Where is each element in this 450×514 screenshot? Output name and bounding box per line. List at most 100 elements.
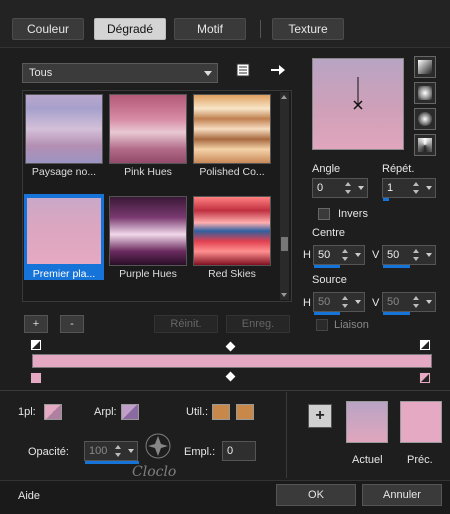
source-h-input[interactable]: 50 [313, 292, 365, 315]
gallery-item-selected[interactable]: Premier pla... [24, 194, 104, 280]
tab-texture[interactable]: Texture [272, 18, 344, 40]
util-color-swatch[interactable] [212, 404, 230, 420]
chevron-down-icon [204, 71, 212, 76]
help-link[interactable]: Aide [18, 490, 40, 502]
first-plane-swatch[interactable] [44, 404, 62, 420]
centre-v-slider-bar [383, 265, 410, 268]
radial-gradient-style-icon[interactable] [414, 108, 436, 130]
actuel-label: Actuel [352, 454, 383, 466]
liaison-label: Liaison [334, 319, 369, 331]
chevron-down-icon[interactable] [426, 186, 432, 190]
gallery-item[interactable]: Paysage no... [24, 92, 104, 178]
source-v-label: V [372, 297, 380, 309]
watermark-text: Cloclo [132, 464, 177, 480]
repet-value: 1 [387, 182, 394, 194]
sunburst-gradient-style-icon[interactable] [414, 134, 436, 156]
reinit-button[interactable]: Réinit. [154, 315, 218, 333]
arrpl-swatch[interactable] [121, 404, 139, 420]
scroll-down-icon[interactable] [281, 293, 287, 297]
linear-gradient-style-icon[interactable] [414, 56, 436, 78]
add-color-button[interactable]: + [308, 404, 332, 428]
gradient-bar[interactable] [32, 354, 432, 368]
tab-motif[interactable]: Motif [174, 18, 246, 40]
chevron-down-icon[interactable] [426, 253, 432, 257]
tab-divider [260, 20, 261, 38]
cloclo-watermark: Cloclo [118, 428, 198, 484]
source-h-slider-bar [314, 312, 340, 315]
centre-v-label: V [372, 249, 380, 261]
centre-h-value: 50 [318, 249, 331, 261]
repet-input[interactable]: 1 [382, 178, 436, 201]
scrollbar-thumb[interactable] [281, 237, 288, 251]
bottom-midpoint-handle[interactable] [225, 371, 236, 382]
gallery-item-label: Pink Hues [124, 166, 172, 178]
spinner-arrows-icon[interactable] [342, 295, 350, 309]
enreg-button[interactable]: Enreg. [226, 315, 290, 333]
scroll-up-icon[interactable] [281, 95, 287, 99]
spinner-arrows-icon[interactable] [413, 295, 421, 309]
centre-h-slider-bar [314, 265, 340, 268]
arrow-right-icon[interactable] [270, 63, 286, 77]
tab-degrade[interactable]: Dégradé [94, 18, 166, 40]
repet-label: Répét. [382, 163, 415, 175]
spinner-arrows-icon[interactable] [345, 181, 353, 195]
source-h-value: 50 [318, 296, 331, 308]
category-select[interactable]: Tous [22, 63, 218, 83]
util-color-swatch-2[interactable] [236, 404, 254, 420]
prec-preview[interactable] [400, 401, 442, 443]
chevron-down-icon[interactable] [358, 186, 364, 190]
source-v-input[interactable]: 50 [382, 292, 436, 315]
gallery-item[interactable]: Polished Co... [192, 92, 272, 178]
list-view-icon[interactable] [236, 63, 250, 77]
gradient-thumbnail [193, 94, 271, 164]
top-stop-left[interactable] [30, 339, 42, 351]
gallery-item[interactable]: Purple Hues [108, 194, 188, 280]
opacite-value: 100 [89, 445, 108, 457]
add-gradient-button[interactable]: + [24, 315, 48, 333]
cancel-button[interactable]: Annuler [362, 484, 442, 506]
source-h-label: H [303, 297, 311, 309]
angle-value: 0 [317, 182, 324, 194]
centre-h-label: H [303, 249, 311, 261]
source-v-slider-bar [383, 312, 410, 315]
vertical-divider [286, 392, 287, 478]
bottom-stop-right[interactable] [419, 372, 431, 384]
tab-bar: Couleur Dégradé Motif Texture [0, 0, 450, 48]
centre-v-input[interactable]: 50 [382, 245, 436, 268]
gallery-item-label: Paysage no... [31, 166, 97, 178]
gradient-preview[interactable] [312, 58, 404, 150]
bottom-stop-left[interactable] [30, 372, 42, 384]
centre-h-input[interactable]: 50 [313, 245, 365, 268]
category-select-value: Tous [29, 67, 53, 79]
chevron-down-icon[interactable] [355, 253, 361, 257]
invers-checkbox[interactable] [318, 208, 330, 220]
prec-label: Préc. [407, 454, 433, 466]
rectangular-gradient-style-icon[interactable] [414, 82, 436, 104]
spinner-arrows-icon[interactable] [413, 181, 421, 195]
repet-slider-bar [383, 198, 389, 201]
util-label: Util.: [186, 406, 208, 418]
tab-couleur[interactable]: Couleur [12, 18, 84, 40]
gallery-item[interactable]: Red Skies [192, 194, 272, 280]
empl-value: 0 [227, 445, 234, 457]
chevron-down-icon[interactable] [426, 300, 432, 304]
empl-input[interactable]: 0 [222, 441, 256, 461]
top-midpoint-handle[interactable] [225, 341, 236, 352]
gallery-item[interactable]: Pink Hues [108, 92, 188, 178]
source-v-value: 50 [387, 296, 400, 308]
ok-button[interactable]: OK [276, 484, 356, 506]
top-stop-right[interactable] [419, 339, 431, 351]
gallery-scrollbar[interactable] [280, 92, 289, 300]
spinner-arrows-icon[interactable] [342, 248, 350, 262]
remove-gradient-button[interactable]: - [60, 315, 84, 333]
spinner-arrows-icon[interactable] [413, 248, 421, 262]
chevron-down-icon[interactable] [355, 300, 361, 304]
invers-label: Invers [338, 208, 368, 220]
first-plane-label: 1pl: [18, 406, 36, 418]
gallery-item-label: Premier pla... [32, 268, 96, 280]
section-divider [0, 390, 450, 391]
gallery-item-label: Polished Co... [199, 166, 265, 178]
actuel-preview[interactable] [346, 401, 388, 443]
liaison-checkbox[interactable] [316, 319, 328, 331]
angle-input[interactable]: 0 [312, 178, 368, 198]
